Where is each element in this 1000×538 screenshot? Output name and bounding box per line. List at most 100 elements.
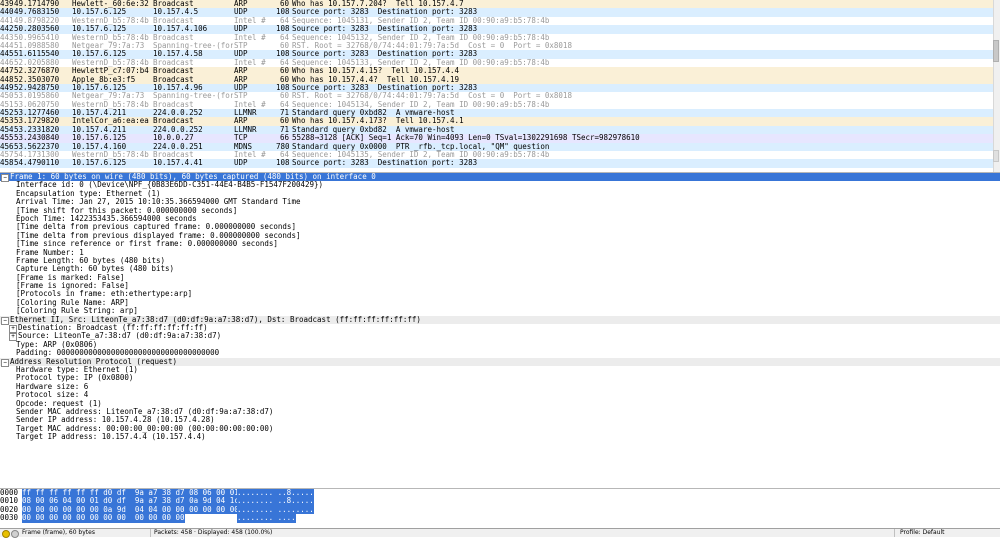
tree-node[interactable]: [Time since reference or first frame: 0.… xyxy=(0,239,1000,248)
packet-source: Netgear_79:7a:73 xyxy=(72,41,145,50)
packet-destination: 10.157.4.5 xyxy=(153,8,199,17)
packet-info: RST. Root = 32768/0/74:44:01:79:7a:5d Co… xyxy=(292,41,572,50)
packet-destination: Broadcast xyxy=(153,100,194,109)
packet-row[interactable]: 453 53.1729820 IntelCor_a6:ea:ea Broadcast A… xyxy=(0,117,994,126)
packet-time: 53.1277460 xyxy=(14,109,60,118)
packet-row[interactable]: 447 52.3276870 HewlettP_c7:07:b4 Broadcast A… xyxy=(0,67,994,76)
packet-source: HewlettP_c7:07:b4 xyxy=(72,67,149,76)
packet-time: 54.1731300 xyxy=(14,151,60,160)
packet-row[interactable]: 441 49.8798220 WesternD_b5:78:4b Broadcast I… xyxy=(0,16,994,26)
packet-row[interactable]: 456 53.5622370 10.157.4.160 224.0.0.251 MDNS… xyxy=(0,142,994,152)
packet-row[interactable]: 449 52.9428750 10.157.6.125 10.157.4.96 UDP 1… xyxy=(0,83,994,93)
packet-destination: 10.157.4.58 xyxy=(153,50,203,59)
scrollbar-thumb[interactable] xyxy=(993,40,999,62)
hex-row[interactable]: 0030 00 00 00 00 00 00 00 00 00 00 00 00.… xyxy=(0,513,1000,523)
packet-row[interactable]: 448 52.3503070 Apple_8b:e3:f5 Broadcast ARP 6… xyxy=(0,75,994,84)
packet-source: 10.157.4.160 xyxy=(72,142,127,151)
packet-length: 108 xyxy=(276,25,289,34)
packet-time: 52.9428750 xyxy=(14,83,60,92)
packet-length: 108 xyxy=(276,8,289,17)
tree-node[interactable]: [Coloring Rule Name: ARP] xyxy=(0,298,1000,307)
packet-list[interactable]: 439 49.1714790 Hewlett-_60:6e:32 Broadcast A… xyxy=(0,0,994,172)
packet-info: Source port: 3283 Destination port: 3283 xyxy=(292,25,478,34)
packet-protocol: Intel # xyxy=(234,58,266,67)
packet-row[interactable]: 442 50.2803560 10.157.6.125 10.157.4.106 UDP… xyxy=(0,25,994,34)
packet-info: Who has 10.157.4.15? Tell 10.157.4.4 xyxy=(292,67,460,76)
tree-node[interactable]: Capture Length: 60 bytes (480 bits) xyxy=(0,264,1000,273)
packet-row[interactable]: 452 53.1277460 10.157.4.211 224.0.0.252 LLMN… xyxy=(0,109,994,118)
packet-length: 108 xyxy=(276,50,289,59)
capture-file-icon[interactable] xyxy=(11,530,19,538)
packet-row[interactable]: 454 53.2331820 10.157.4.211 224.0.0.252 LLMN… xyxy=(0,125,994,135)
packet-number: 444 xyxy=(0,41,13,50)
packet-time: 49.1714790 xyxy=(14,0,60,8)
tree-node[interactable]: [Protocols in frame: eth:ethertype:arp] xyxy=(0,290,1000,299)
packet-number: 439 xyxy=(0,0,13,8)
packet-source: 10.157.6.125 xyxy=(72,83,127,92)
packet-row[interactable]: 458 54.4790110 10.157.6.125 10.157.4.41 UDP 1… xyxy=(0,159,994,168)
packet-length: 66 xyxy=(279,134,289,143)
tree-node[interactable]: [Frame is marked: False] xyxy=(0,273,1000,282)
tree-node[interactable]: − Address Resolution Protocol (request) xyxy=(0,357,1000,367)
packet-row[interactable]: 444 51.0988580 Netgear_79:7a:73 Spanning-tr… xyxy=(0,41,994,51)
packet-row[interactable]: 450 53.0195860 Netgear_79:7a:73 Spanning-tr… xyxy=(0,92,994,101)
packet-info: RST. Root = 32768/0/74:44:01:79:7a:5d Co… xyxy=(292,92,572,101)
packet-row[interactable]: 440 49.7683150 10.157.6.125 10.157.4.5 UDP 10… xyxy=(0,8,994,17)
tree-node[interactable]: Hardware type: Ethernet (1) xyxy=(0,365,1000,374)
packet-time: 49.8798220 xyxy=(14,16,60,25)
packet-row[interactable]: 443 50.9965410 WesternD_b5:78:4b Broadcast I… xyxy=(0,33,994,42)
packet-protocol: Intel # xyxy=(234,151,266,160)
packet-row[interactable]: 445 51.6115540 10.157.6.125 10.157.4.58 UDP 1… xyxy=(0,50,994,59)
packet-row[interactable]: 451 53.0620750 WesternD_b5:78:4b Broadcast I… xyxy=(0,100,994,110)
packet-time: 53.2430840 xyxy=(14,134,60,143)
packet-row[interactable]: 439 49.1714790 Hewlett-_60:6e:32 Broadcast A… xyxy=(0,0,994,9)
packet-length: 60 xyxy=(279,0,289,8)
packet-detail-tree[interactable]: − Frame 1: 60 bytes on wire (480 bits), 6… xyxy=(0,172,1000,445)
packet-destination: 10.157.4.106 xyxy=(153,25,208,34)
packet-destination: Broadcast xyxy=(153,0,194,8)
packet-source: 10.157.6.125 xyxy=(72,25,127,34)
packet-time: 53.0620750 xyxy=(14,100,60,109)
packet-protocol: Intel # xyxy=(234,100,266,109)
tree-node[interactable]: Protocol type: IP (0x0800) xyxy=(0,373,1000,382)
tree-node[interactable]: Target IP address: 10.157.4.4 (10.157.4.… xyxy=(0,432,1000,441)
packet-row[interactable]: 457 54.1731300 WesternD_b5:78:4b Broadcast I… xyxy=(0,151,994,160)
packet-number: 447 xyxy=(0,67,13,76)
packet-time: 53.5622370 xyxy=(14,142,60,151)
packet-destination: Spanning-tree-(for-STP xyxy=(153,92,233,101)
packet-protocol: LLMNR xyxy=(234,109,257,118)
packet-number: 443 xyxy=(0,33,13,42)
packet-length: 64 xyxy=(279,33,289,42)
packet-time: 51.0988580 xyxy=(14,41,60,50)
packet-protocol: UDP xyxy=(234,159,248,168)
packet-protocol: STP xyxy=(234,41,248,50)
packet-source: Hewlett-_60:6e:32 xyxy=(72,0,149,8)
packet-row[interactable]: 446 52.0205880 WesternD_b5:78:4b Broadcast I… xyxy=(0,58,994,68)
packet-number: 457 xyxy=(0,151,13,160)
packet-destination: Broadcast xyxy=(153,75,194,84)
hex-bytes[interactable]: 00 00 00 00 00 00 00 00 00 00 00 00 xyxy=(22,513,185,523)
expert-info-icon[interactable] xyxy=(2,530,10,538)
packet-length: 60 xyxy=(279,117,289,126)
packet-number: 448 xyxy=(0,75,13,84)
tree-node[interactable]: + Source: LiteonTe_a7:38:d7 (d0:df:9a:a7:… xyxy=(0,332,1000,342)
tree-node[interactable]: Protocol size: 4 xyxy=(0,390,1000,399)
packet-protocol: LLMNR xyxy=(234,125,257,134)
packet-protocol: STP xyxy=(234,92,248,101)
packet-time: 50.9965410 xyxy=(14,33,60,42)
packet-source: Netgear_79:7a:73 xyxy=(72,92,145,101)
packet-protocol: UDP xyxy=(234,50,248,59)
packet-number: 445 xyxy=(0,50,13,59)
packet-length: 60 xyxy=(279,92,289,101)
packet-list-scrollbar[interactable] xyxy=(993,0,1000,172)
packet-length: 64 xyxy=(279,16,289,25)
tree-node[interactable]: Hardware size: 6 xyxy=(0,382,1000,391)
packet-row[interactable]: 455 53.2430840 10.157.6.125 10.0.0.27 TCP 66 5… xyxy=(0,134,994,143)
packet-destination: Broadcast xyxy=(153,67,194,76)
packet-number: 449 xyxy=(0,83,13,92)
packet-length: 60 xyxy=(279,41,289,50)
packet-number: 440 xyxy=(0,8,13,17)
packet-bytes-pane[interactable]: 0000 ff ff ff ff ff ff d0 df 9a a7 38 d7 … xyxy=(0,488,1000,529)
hex-ascii[interactable]: ........ .... xyxy=(237,513,296,523)
packet-protocol: TCP xyxy=(234,134,248,143)
